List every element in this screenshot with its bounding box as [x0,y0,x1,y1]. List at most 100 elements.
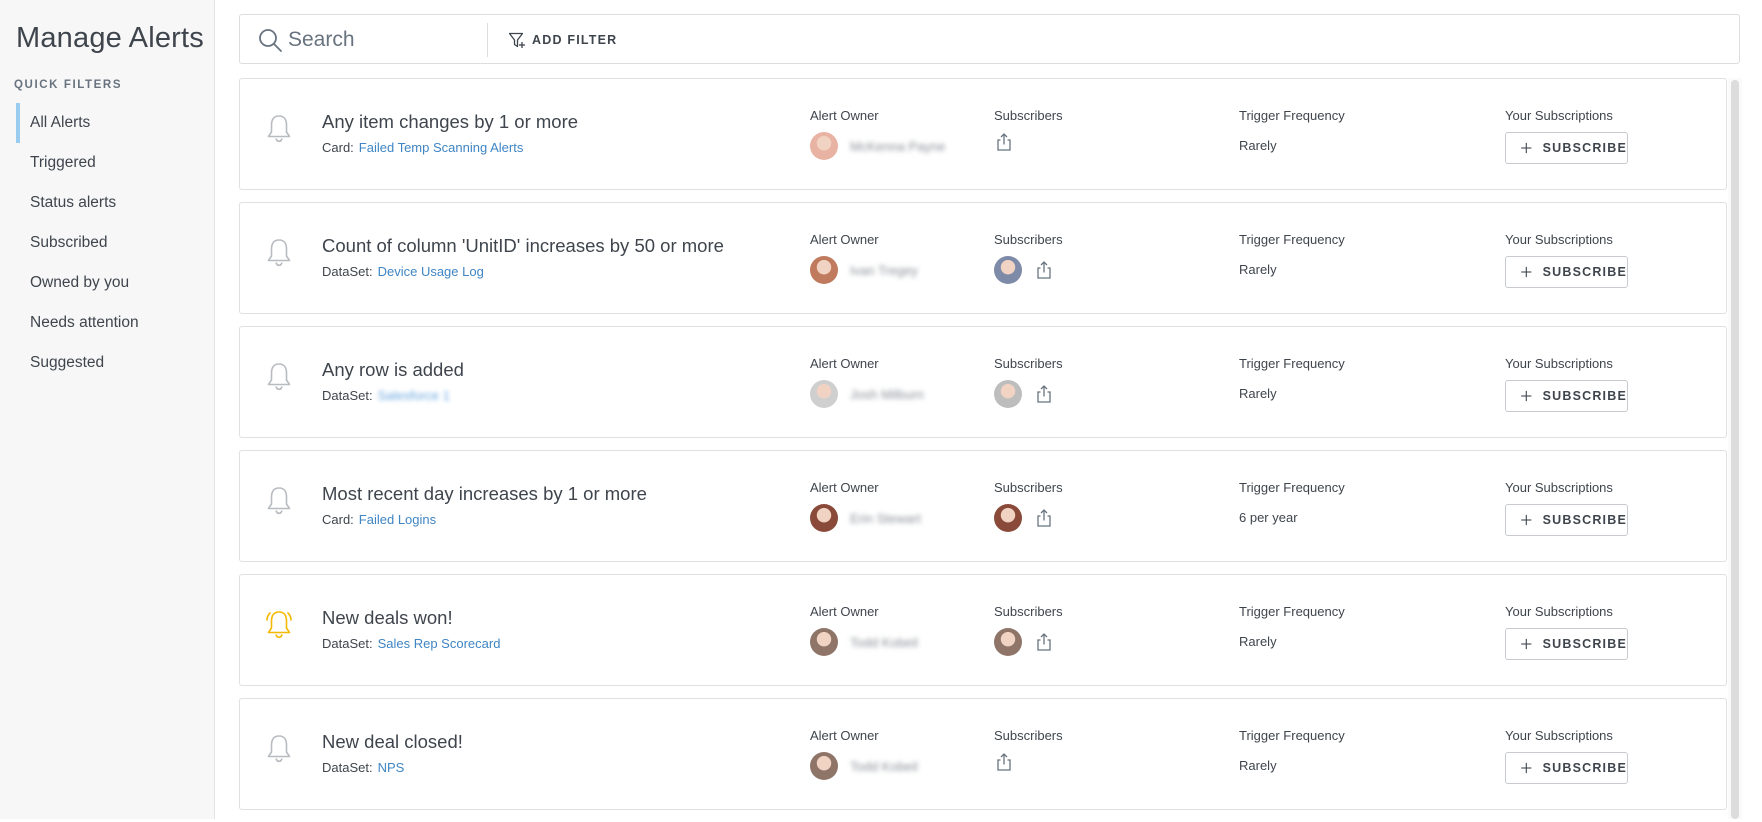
subscribers-label: Subscribers [994,232,1063,247]
owner-avatar[interactable] [810,132,838,160]
subscribers [994,132,1014,152]
search-input[interactable] [288,24,488,56]
inactive-bell-icon [267,487,291,515]
trigger-frequency-value: Rarely [1239,758,1277,773]
alert-source-link[interactable]: Failed Logins [359,512,436,527]
trigger-frequency-label: Trigger Frequency [1239,356,1345,371]
alert-card[interactable]: New deals won! DataSet: Sales Rep Scorecar… [239,574,1727,686]
share-icon[interactable] [994,132,1014,152]
plus-icon [1521,390,1532,402]
alert-card[interactable]: Most recent day increases by 1 or more Ca… [239,450,1727,562]
alert-source-link[interactable]: NPS [378,760,405,775]
alert-source-link[interactable]: Salesforce 1 [378,388,450,403]
trigger-frequency-label: Trigger Frequency [1239,232,1345,247]
alert-card[interactable]: New deal closed! DataSet: NPS Alert Owner Su… [239,698,1727,810]
owner-name: Josh Milburn [850,386,924,402]
alert-source-link[interactable]: Device Usage Log [378,264,484,279]
trigger-frequency-value: Rarely [1239,262,1277,277]
alert-source-type: DataSet: [322,636,373,651]
alert-source-link[interactable]: Sales Rep Scorecard [378,636,501,651]
alert-source: DataSet: NPS [322,760,404,775]
alert-title[interactable]: Most recent day increases by 1 or more [322,483,647,505]
filter-triggered[interactable]: Triggered [16,143,215,183]
alert-card[interactable]: Count of column 'UnitID' increases by 50… [239,202,1727,314]
share-icon[interactable] [1034,384,1054,404]
subscriber-avatar[interactable] [994,256,1022,284]
filter-status-alerts[interactable]: Status alerts [16,183,215,223]
subscriber-avatar[interactable] [994,504,1022,532]
plus-icon [1521,638,1532,650]
trigger-frequency-value: Rarely [1239,634,1277,649]
share-icon[interactable] [1034,632,1054,652]
sidebar: Manage Alerts QUICK FILTERS All Alerts T… [0,0,215,819]
owner-name: Todd Kobeil [850,758,918,774]
your-subscriptions-label: Your Subscriptions [1505,108,1613,123]
share-icon[interactable] [1034,508,1054,528]
owner-avatar[interactable] [810,256,838,284]
alert-card[interactable]: Any item changes by 1 or more Card: Failed… [239,78,1727,190]
subscribe-label: SUBSCRIBE [1542,265,1627,279]
share-icon[interactable] [1034,260,1054,280]
alert-source: DataSet: Device Usage Log [322,264,484,279]
filter-suggested[interactable]: Suggested [16,343,215,383]
plus-icon [1521,266,1532,278]
alert-source-type: DataSet: [322,388,373,403]
scrollbar[interactable] [1728,78,1742,819]
add-filter-button[interactable]: ADD FILTER [508,30,617,50]
trigger-frequency-value: Rarely [1239,138,1277,153]
alert-card[interactable]: Any row is added DataSet: Salesforce 1 Aler… [239,326,1727,438]
subscribe-button[interactable]: SUBSCRIBE [1505,504,1628,536]
alert-source-type: DataSet: [322,264,373,279]
subscribe-button[interactable]: SUBSCRIBE [1505,380,1628,412]
alert-source: DataSet: Salesforce 1 [322,388,450,403]
alert-owner: Ivan Tregey [810,256,918,284]
subscribers-label: Subscribers [994,108,1063,123]
inactive-bell-icon [267,239,291,267]
owner-name: McKenna Payne [850,138,946,154]
trigger-frequency-value: Rarely [1239,386,1277,401]
owner-avatar[interactable] [810,504,838,532]
subscribers-label: Subscribers [994,356,1063,371]
inactive-bell-icon [267,735,291,763]
alert-title[interactable]: Any item changes by 1 or more [322,111,578,133]
trigger-frequency-value: 6 per year [1239,510,1298,525]
owner-name: Ivan Tregey [850,262,918,278]
alert-title[interactable]: Any row is added [322,359,464,381]
filter-subscribed[interactable]: Subscribed [16,223,215,263]
filter-owned-by-you[interactable]: Owned by you [16,263,215,303]
subscribers [994,380,1054,408]
subscribe-button[interactable]: SUBSCRIBE [1505,132,1628,164]
subscribe-label: SUBSCRIBE [1542,637,1627,651]
alert-title[interactable]: New deals won! [322,607,453,629]
trigger-frequency-label: Trigger Frequency [1239,108,1345,123]
alert-title[interactable]: Count of column 'UnitID' increases by 50… [322,235,724,257]
subscribers-label: Subscribers [994,480,1063,495]
plus-icon [1521,762,1532,774]
owner-avatar[interactable] [810,380,838,408]
subscribe-button[interactable]: SUBSCRIBE [1505,256,1628,288]
search-bar: ADD FILTER [239,14,1740,64]
subscribe-label: SUBSCRIBE [1542,389,1627,403]
filter-needs-attention[interactable]: Needs attention [16,303,215,343]
share-icon[interactable] [994,752,1014,772]
your-subscriptions-label: Your Subscriptions [1505,604,1613,619]
filter-all-alerts[interactable]: All Alerts [16,103,215,143]
owner-avatar[interactable] [810,752,838,780]
owner-name: Erin Stewart [850,510,921,526]
plus-icon [1521,142,1532,154]
subscribe-button[interactable]: SUBSCRIBE [1505,628,1628,660]
alert-source: DataSet: Sales Rep Scorecard [322,636,500,651]
scrollbar-thumb[interactable] [1731,80,1739,819]
alert-owner: Erin Stewart [810,504,921,532]
subscriber-avatar[interactable] [994,628,1022,656]
alert-source-link[interactable]: Failed Temp Scanning Alerts [359,140,524,155]
alert-owner-label: Alert Owner [810,108,879,123]
alert-source: Card: Failed Temp Scanning Alerts [322,140,523,155]
owner-avatar[interactable] [810,628,838,656]
alert-title[interactable]: New deal closed! [322,731,463,753]
alert-owner-label: Alert Owner [810,356,879,371]
subscribe-button[interactable]: SUBSCRIBE [1505,752,1628,784]
subscriber-avatar[interactable] [994,380,1022,408]
trigger-frequency-label: Trigger Frequency [1239,604,1345,619]
quick-filters-list: All Alerts Triggered Status alerts Subsc… [16,103,215,383]
